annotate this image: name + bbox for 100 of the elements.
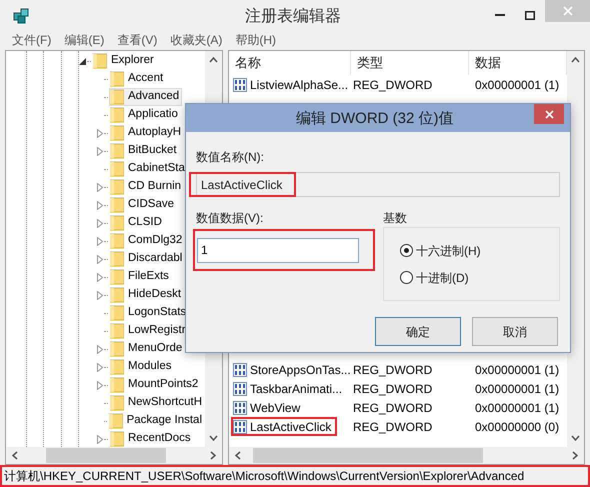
dialog-title: 编辑 DWORD (32 位)值 — [296, 109, 454, 129]
folder-icon — [110, 107, 124, 123]
menu-item[interactable]: 编辑(E) — [64, 31, 104, 49]
tree-item[interactable]: Explorer — [92, 52, 157, 70]
collapsed-arrow-icon[interactable] — [97, 236, 103, 246]
tree-item[interactable]: Discardabl — [109, 250, 186, 268]
horizontal-scrollbar[interactable] — [6, 447, 222, 464]
collapsed-arrow-icon[interactable] — [97, 128, 103, 138]
folder-icon — [110, 125, 124, 141]
column-header[interactable]: 名称 — [229, 51, 351, 75]
tree-item[interactable]: Applicatio — [109, 106, 181, 124]
column-header[interactable]: 类型 — [351, 51, 469, 75]
tree-item[interactable]: HideDeskt — [109, 286, 184, 304]
registry-cubes-icon — [12, 6, 30, 24]
folder-icon — [110, 287, 124, 303]
folder-icon — [110, 395, 124, 411]
tree-item[interactable]: NewShortcutH — [108, 394, 205, 412]
scroll-right-icon[interactable] — [210, 451, 216, 460]
base-radio-option[interactable]: 十六进制(H) — [400, 242, 559, 260]
folder-icon — [110, 143, 124, 159]
radio-button[interactable] — [400, 244, 413, 257]
scroll-right-icon[interactable] — [572, 451, 578, 460]
menu-item[interactable]: 文件(F) — [12, 31, 52, 49]
tree-item[interactable]: Modules — [109, 358, 174, 376]
tree-item[interactable]: FileExts — [109, 268, 172, 286]
binary-value-icon — [233, 400, 247, 414]
value-type: REG_DWORD — [352, 76, 434, 94]
window-title: 注册表编辑器 — [245, 6, 341, 27]
menu-item[interactable]: 收藏夹(A) — [170, 31, 222, 49]
radio-button[interactable] — [400, 271, 413, 284]
collapsed-arrow-icon[interactable] — [97, 344, 103, 354]
tree-item[interactable]: CLSID — [109, 214, 165, 232]
value-data: 0x00000001 (1) — [474, 362, 560, 378]
tree-item[interactable]: RecentDocs — [109, 430, 194, 447]
scroll-thumb[interactable] — [46, 448, 166, 463]
menu-item[interactable]: 帮助(H) — [235, 31, 276, 49]
maximize-icon[interactable] — [525, 10, 535, 20]
collapsed-arrow-icon[interactable] — [97, 254, 103, 264]
folder-icon — [110, 233, 124, 249]
value-data-field[interactable]: 1 — [197, 238, 359, 262]
scroll-down-icon[interactable] — [571, 435, 580, 441]
menu-item[interactable]: 查看(V) — [117, 31, 158, 49]
folder-icon — [93, 53, 107, 69]
tree-item[interactable]: BitBucket — [109, 142, 180, 160]
folder-icon — [110, 71, 124, 87]
scroll-down-icon[interactable] — [209, 435, 218, 441]
tree-item[interactable]: Advanced — [109, 88, 182, 106]
dialog-button[interactable]: 确定 — [375, 317, 461, 346]
tree-item[interactable]: CIDSave — [109, 196, 178, 214]
tree-item[interactable]: LowRegistr — [109, 322, 189, 340]
value-name[interactable]: WebView — [231, 398, 306, 417]
collapsed-arrow-icon[interactable] — [97, 380, 103, 390]
binary-value-icon — [233, 420, 247, 434]
folder-icon — [110, 197, 124, 213]
scroll-left-icon[interactable] — [235, 451, 241, 460]
scroll-left-icon[interactable] — [12, 451, 18, 460]
folder-icon — [110, 305, 124, 321]
binary-value-icon — [233, 382, 247, 396]
folder-icon — [110, 89, 124, 105]
close-icon[interactable] — [544, 110, 554, 118]
value-type: REG_DWORD — [352, 418, 434, 436]
tree-item[interactable]: CabinetSta — [109, 160, 188, 178]
collapsed-arrow-icon[interactable] — [97, 290, 103, 300]
tree-item[interactable]: Package Instal — [108, 412, 205, 430]
value-name-text: LastActiveClick — [189, 172, 296, 197]
tree-item[interactable]: ComDlg32 — [109, 232, 186, 250]
scroll-up-icon[interactable] — [209, 57, 218, 63]
value-name[interactable]: ListviewAlphaSe... — [231, 75, 354, 94]
tree-item[interactable]: AutoplayH — [109, 124, 184, 142]
tree-item[interactable]: Accent — [109, 70, 166, 88]
value-data: 0x00000001 (1) — [474, 380, 560, 398]
collapsed-arrow-icon[interactable] — [97, 146, 103, 156]
folder-icon — [110, 215, 124, 231]
value-type: REG_DWORD — [352, 400, 434, 416]
tree-item[interactable]: CD Burnin — [109, 178, 184, 196]
folder-icon — [110, 359, 124, 375]
base-radio-option[interactable]: 十进制(D) — [400, 268, 559, 286]
collapsed-arrow-icon[interactable] — [97, 362, 103, 372]
collapsed-arrow-icon[interactable] — [97, 182, 103, 192]
collapsed-arrow-icon[interactable] — [97, 272, 103, 282]
scroll-thumb[interactable] — [253, 448, 483, 463]
value-name[interactable]: LastActiveClick — [231, 417, 338, 436]
tree-item[interactable]: MenuOrde — [109, 340, 186, 358]
horizontal-scrollbar[interactable] — [229, 447, 584, 464]
registry-path: 计算机\HKEY_CURRENT_USER\Software\Microsoft\Windows\CurrentVersion\Explorer\Advanced — [3, 468, 524, 485]
tree-item[interactable]: LogonStats — [109, 304, 190, 322]
collapsed-arrow-icon[interactable] — [97, 434, 103, 444]
expanded-arrow-icon[interactable] — [79, 58, 86, 64]
value-name-label: 数值名称(N): — [196, 149, 265, 166]
binary-value-icon — [233, 362, 247, 376]
tree-item[interactable]: MountPoints2 — [109, 376, 202, 394]
value-type: REG_DWORD — [352, 362, 434, 378]
collapsed-arrow-icon[interactable] — [97, 218, 103, 228]
dialog-button[interactable]: 取消 — [472, 317, 558, 346]
value-name[interactable]: TaskbarAnimati... — [231, 379, 348, 398]
dialog-close-button[interactable] — [534, 104, 564, 124]
base-label: 基数 — [383, 210, 408, 227]
collapsed-arrow-icon[interactable] — [97, 200, 103, 210]
binary-value-icon — [233, 78, 247, 92]
scroll-up-icon[interactable] — [571, 57, 580, 63]
